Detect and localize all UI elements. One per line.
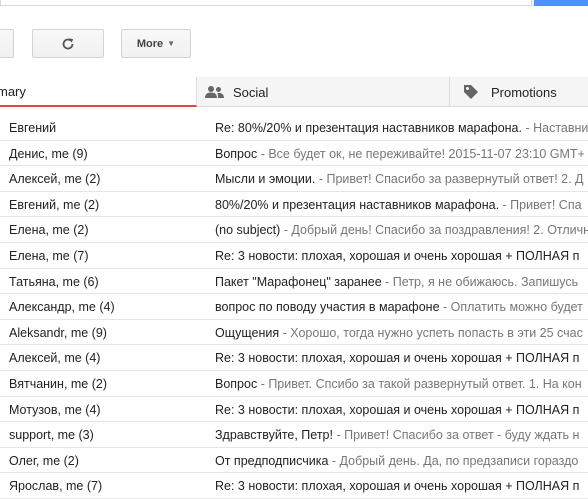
email-snippet: - Наставники марафона [525,121,588,135]
email-subject: Re: 3 новости: плохая, хорошая и очень х… [215,402,580,417]
email-row[interactable]: Мотузов, me (4) Re: 3 новости: плохая, х… [0,396,588,423]
email-snippet: - Привет! Спа [499,197,582,212]
select-button[interactable] [0,29,14,58]
email-sender: Елена, me (2) [9,223,89,238]
search-bar-area [0,0,588,6]
email-snippet: - Привет! Спасибо за ответ - буду ждать … [332,428,580,443]
email-snippet: - Привет! Спасибо за развернутый ответ! … [315,172,584,187]
email-sender: Олег, me (2) [9,453,79,468]
tag-icon [463,84,483,100]
email-row[interactable]: Денис, me (9) Вопрос - Все будет ок, не … [0,140,588,167]
email-row[interactable]: Евгений, me (2) 80%/20% и презентация на… [0,191,588,218]
email-row[interactable]: Елена, me (7) Re: 3 новости: плохая, хор… [0,242,588,269]
email-list: Евгений Re: 80%/20% и презентация настав… [0,115,588,499]
email-snippet: - Хорошо, тогда нужно успеть попасть в э… [279,325,583,340]
email-row[interactable]: support, me (3) Здравствуйте, Петр! - Пр… [0,422,588,448]
email-sender: Александр, me (4) [9,300,115,315]
email-subject: 80%/20% и презентация наставников марафо… [215,197,500,212]
more-button[interactable]: More ▼ [121,29,191,58]
email-sender: Мотузов, me (4) [9,402,101,417]
email-subject: Здравствуйте, Петр! [215,428,333,443]
email-snippet: - Привет. Спсибо за такой развернутый от… [257,376,582,391]
email-sender: Ярослав, me (7) [9,479,103,494]
chevron-down-icon: ▼ [167,39,176,48]
email-row[interactable]: Евгений Re: 80%/20% и презентация настав… [0,115,588,141]
email-sender: Денис, me (9) [9,146,88,161]
email-snippet: - Все будет ок, не переживайте! 2015-11-… [257,146,585,161]
email-subject: Вопрос [215,146,258,161]
email-snippet: - Добрый день! Спасибо за поздравления! … [280,223,588,238]
email-subject: Re: 3 новости: плохая, хорошая и очень х… [215,248,580,263]
email-sender: Aleksandr, me (9) [9,325,107,340]
tab-primary[interactable]: mary [0,77,197,107]
email-sender: Вятчанин, me (2) [9,376,108,391]
email-subject: Ощущения [215,325,280,340]
more-label: More [136,37,164,50]
email-row[interactable]: Вятчанин, me (2) Вопрос - Привет. Спсибо… [0,370,588,397]
tab-promotions-label: Promotions [491,84,557,100]
people-icon [205,84,225,100]
email-sender: Татьяна, me (6) [9,274,99,289]
email-subject: (no subject) [215,223,281,238]
email-row[interactable]: Aleksandr, me (9) Ощущения - Хорошо, тог… [0,319,588,346]
email-sender: Евгений, me (2) [9,197,100,212]
email-sender: Алексей, me (4) [9,351,101,366]
refresh-button[interactable] [32,29,104,58]
category-tabs: mary Social Promotions [0,77,588,107]
search-button[interactable] [534,0,588,6]
tab-social-label: Social [233,84,269,100]
email-snippet: - Оплатить можно будет [439,300,583,315]
email-subject: вопрос по поводу участия в марафоне [215,300,440,315]
email-subject: Пакет "Марафонец" заранее [215,274,382,289]
email-subject: От предподписчика [215,453,329,468]
email-row[interactable]: Татьяна, me (6) Пакет "Марафонец" заране… [0,268,588,295]
email-row[interactable]: Олег, me (2) От предподписчика - Добрый … [0,447,588,474]
email-sender: Алексей, me (2) [9,172,101,187]
search-input[interactable] [0,0,532,6]
tab-primary-label: mary [0,83,26,99]
email-snippet: - Добрый день. Да, по предзаписи гораздо [328,453,579,468]
email-sender: support, me (3) [9,428,94,443]
email-subject: Re: 3 новости: плохая, хорошая и очень х… [215,479,580,494]
email-row[interactable]: Елена, me (2) (no subject) - Добрый день… [0,217,588,243]
email-sender: Елена, me (7) [9,248,89,263]
email-row[interactable]: Алексей, me (2) Мысли и эмоции. - Привет… [0,166,588,192]
email-subject: Re: 3 новости: плохая, хорошая и очень х… [215,351,580,366]
email-subject: Мысли и эмоции. [215,172,316,187]
email-sender: Евгений [9,121,57,135]
tab-social[interactable]: Social [197,77,450,107]
tab-promotions[interactable]: Promotions [450,77,588,107]
email-row[interactable]: Александр, me (4) вопрос по поводу участ… [0,294,588,320]
email-row[interactable]: Ярослав, me (7) Re: 3 новости: плохая, х… [0,473,588,499]
email-snippet: - Петр, я не обижаюсь. Запишусь [381,274,579,289]
refresh-icon [61,37,75,51]
email-subject: Re: 80%/20% и презентация наставников ма… [215,121,522,135]
email-subject: Вопрос [215,376,258,391]
email-row[interactable]: Алексей, me (4) Re: 3 новости: плохая, х… [0,345,588,371]
